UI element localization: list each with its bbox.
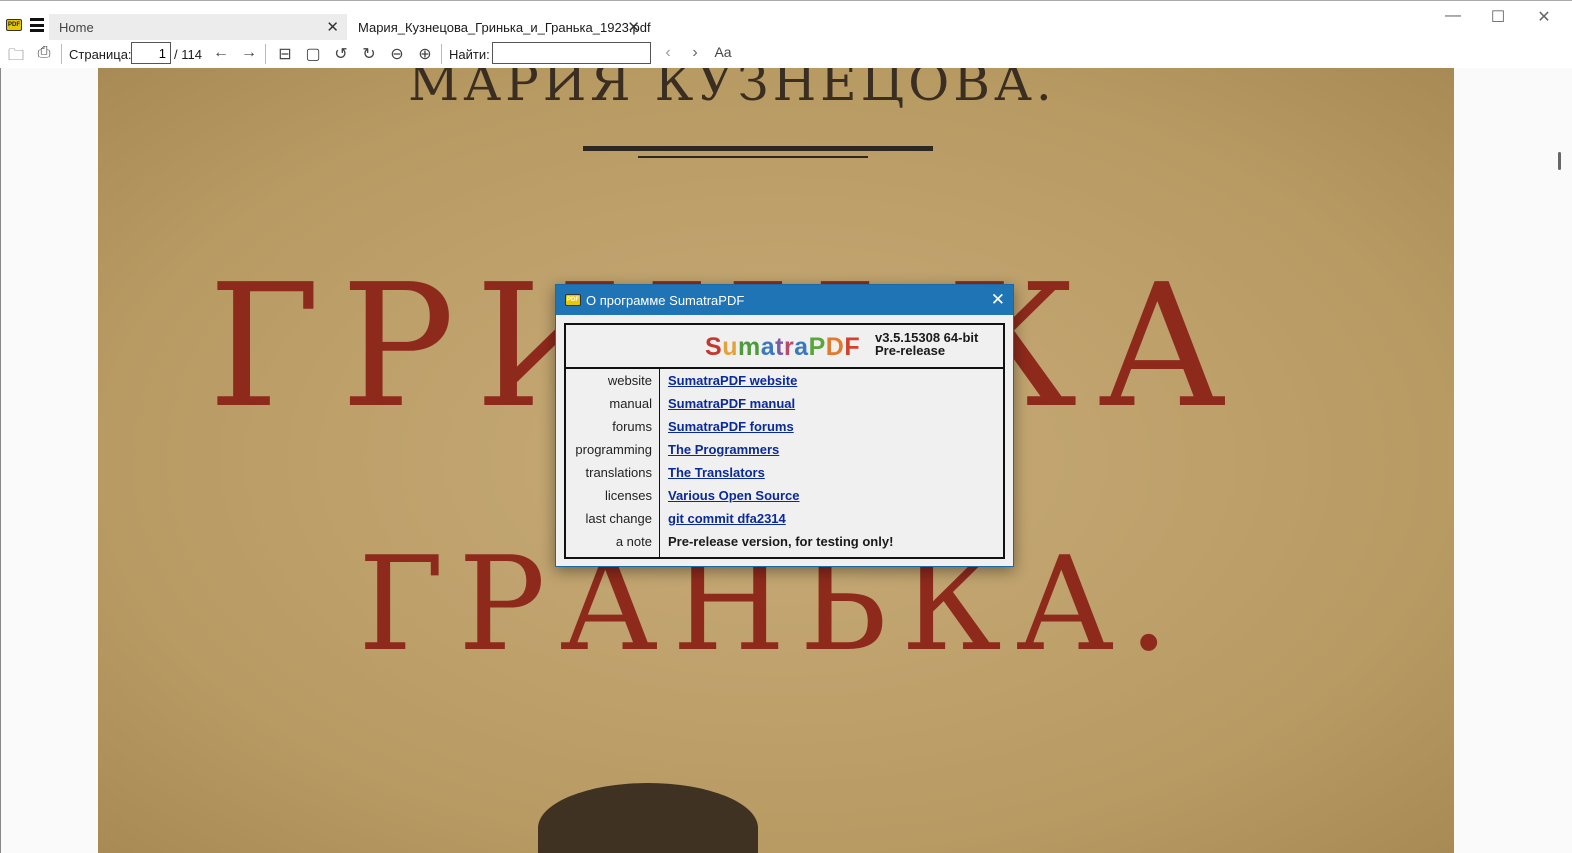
page-total: / 114: [174, 47, 202, 62]
info-key: programming: [575, 442, 652, 457]
page-label: Страница:: [69, 47, 132, 62]
hamburger-menu-icon[interactable]: [30, 18, 44, 32]
info-key: forums: [612, 419, 652, 434]
title-rule: [638, 156, 868, 158]
page-number-input[interactable]: [131, 42, 171, 64]
rotate-right-icon[interactable]: ↻: [358, 44, 380, 64]
toolbar: 🗀 ⎙ Страница: / 114 ← → ⊟ ▢ ↺ ↻ ⊖ ⊕ Найт…: [0, 40, 1572, 68]
info-row: last change git commit dfa2314: [566, 507, 1003, 530]
info-link[interactable]: The Programmers: [668, 442, 779, 457]
scrollbar-thumb[interactable]: [1558, 152, 1561, 170]
tab-label: Home: [59, 19, 94, 35]
match-case-button[interactable]: Aa: [712, 44, 734, 60]
info-link[interactable]: git commit dfa2314: [668, 511, 786, 526]
dialog-title-bar: PDF О программе SumatraPDF ✕: [556, 285, 1013, 315]
info-key: manual: [609, 396, 652, 411]
info-row: forums SumatraPDF forums: [566, 415, 1003, 438]
close-icon[interactable]: ✕: [991, 290, 1005, 310]
open-folder-icon[interactable]: 🗀: [5, 44, 27, 71]
logo-letter: t: [775, 333, 784, 361]
app-logo-icon: PDF: [565, 294, 581, 306]
info-link[interactable]: SumatraPDF manual: [668, 396, 795, 411]
info-link[interactable]: Various Open Source: [668, 488, 800, 503]
info-value: Pre-release version, for testing only!: [668, 534, 894, 549]
info-key: last change: [585, 511, 653, 526]
logo-letter: F: [844, 333, 861, 361]
logo-letter: S: [705, 333, 723, 361]
logo-letter: a: [760, 333, 776, 361]
tab-label: Мария_Кузнецова_Гринька_и_Гранька_1923.p…: [358, 19, 651, 35]
info-key: a note: [615, 534, 652, 549]
logo-letter: u: [722, 333, 738, 361]
info-link[interactable]: SumatraPDF website: [668, 373, 797, 388]
maximize-button[interactable]: ☐: [1483, 7, 1513, 27]
release-type: Pre-release: [875, 343, 946, 358]
about-box: SumatraPDF v3.5.15308 64-bit Pre-release …: [564, 323, 1005, 559]
zoom-in-icon[interactable]: ⊕: [414, 44, 436, 64]
app-logo-icon: PDF: [6, 19, 22, 31]
sumatrapdf-logo-text: SumatraPDF: [705, 333, 860, 362]
info-row: manual SumatraPDF manual: [566, 392, 1003, 415]
close-tab-icon[interactable]: ✕: [326, 18, 339, 36]
title-bar: PDF Home ✕ Мария_Кузнецова_Гринька_и_Гран…: [0, 0, 1572, 40]
logo-letter: P: [808, 333, 826, 361]
about-dialog: PDF О программе SumatraPDF ✕ SumatraPDF …: [555, 284, 1014, 567]
find-label: Найти:: [449, 47, 490, 62]
info-row: website SumatraPDF website: [566, 369, 1003, 392]
continuous-view-icon[interactable]: ⊟: [274, 44, 296, 64]
info-link[interactable]: SumatraPDF forums: [668, 419, 794, 434]
info-row: licenses Various Open Source: [566, 484, 1003, 507]
zoom-out-icon[interactable]: ⊖: [386, 44, 408, 64]
next-page-icon[interactable]: →: [238, 44, 260, 62]
tab-document[interactable]: Мария_Кузнецова_Гринька_и_Гранька_1923.p…: [348, 14, 651, 40]
find-next-icon[interactable]: ›: [684, 44, 706, 62]
logo-letter: m: [737, 333, 761, 361]
close-window-button[interactable]: ✕: [1529, 7, 1559, 27]
single-page-icon[interactable]: ▢: [302, 44, 324, 64]
tab-home[interactable]: Home ✕: [49, 14, 347, 40]
print-icon[interactable]: ⎙: [33, 44, 55, 62]
find-input[interactable]: [492, 42, 651, 64]
info-key: translations: [585, 465, 652, 480]
info-key: licenses: [605, 488, 652, 503]
info-row: programming The Programmers: [566, 438, 1003, 461]
logo-letter: r: [783, 333, 795, 361]
illustration: [538, 783, 758, 853]
previous-page-icon[interactable]: ←: [210, 44, 232, 62]
version-info: v3.5.15308 64-bit Pre-release: [875, 331, 978, 357]
close-tab-icon[interactable]: ✕: [627, 18, 640, 36]
rotate-left-icon[interactable]: ↺: [330, 44, 352, 64]
info-link[interactable]: The Translators: [668, 465, 765, 480]
logo-letter: a: [794, 333, 809, 361]
logo-letter: D: [825, 333, 845, 361]
title-rule: [583, 146, 933, 151]
info-row: a note Pre-release version, for testing o…: [566, 530, 1003, 553]
info-row: translations The Translators: [566, 461, 1003, 484]
minimize-button[interactable]: —: [1438, 7, 1468, 25]
info-key: website: [607, 373, 652, 388]
author-text: МАРИЯ КУЗНЕЦОВА.: [408, 68, 1056, 112]
dialog-title: О программе SumatraPDF: [586, 292, 745, 308]
find-previous-icon[interactable]: ‹: [657, 44, 679, 62]
